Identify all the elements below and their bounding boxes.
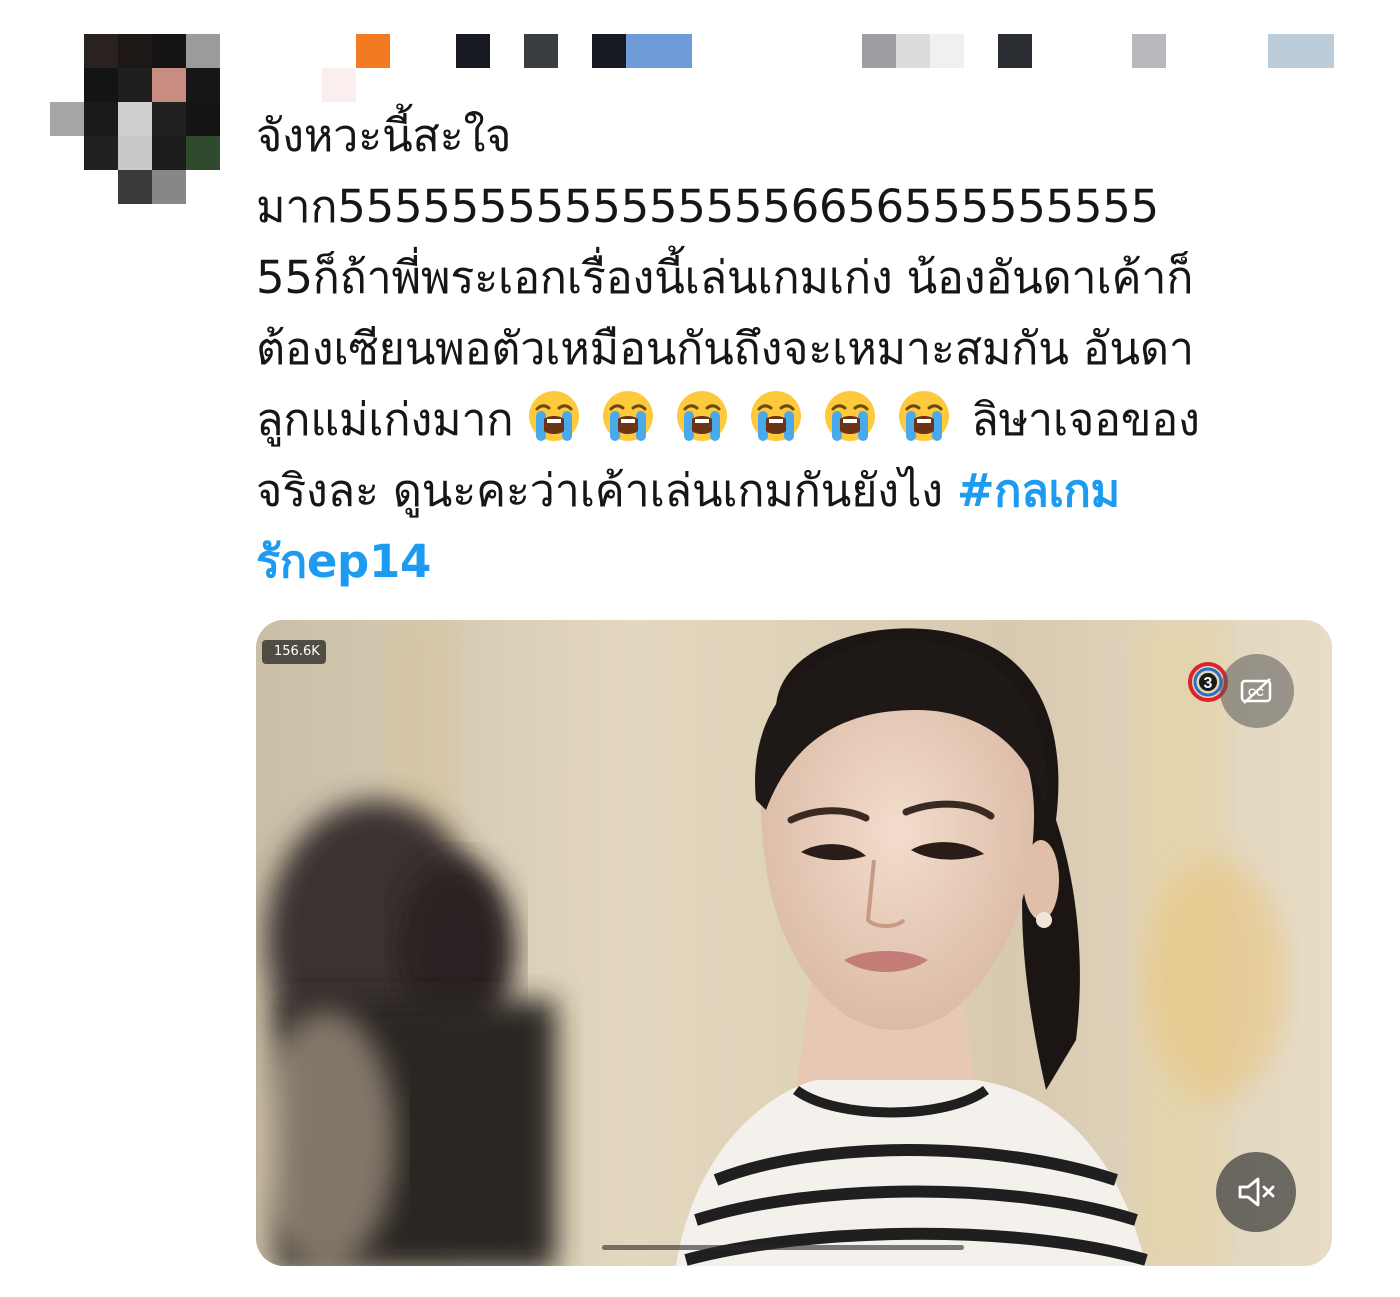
loudly-crying-face-icon	[751, 391, 802, 441]
video-progress-bar[interactable]	[602, 1245, 964, 1250]
avatar-pixel	[50, 102, 84, 136]
loudly-crying-face-icon	[603, 391, 654, 441]
display-name-redacted	[456, 34, 490, 68]
tweet-text-line: ต้องเซียนพอตัวเหมือนกันถึงจะเหมาะสมกัน อ…	[256, 322, 1194, 375]
tweet-text-line: จริงละ ดูนะคะว่าเค้าเล่นเกมกันยังไง #กลเ…	[256, 455, 1346, 526]
tweet-text-line: รักep14	[256, 526, 1346, 597]
avatar-pixel	[118, 34, 152, 68]
tweet-text-line-emoji: ลูกแม่เก่งมาก ลิษาเจอของ	[256, 384, 1346, 455]
video-frame	[256, 620, 1332, 1266]
hashtag-link[interactable]: #กลเกม	[957, 464, 1120, 517]
avatar-pixel	[84, 102, 118, 136]
speaker-muted-icon	[1238, 1177, 1275, 1207]
avatar-pixel	[186, 136, 220, 170]
display-name-redacted	[592, 34, 626, 68]
video-player[interactable]: 156.6K 3 CC	[256, 620, 1332, 1266]
avatar-pixel	[152, 136, 186, 170]
avatar-pixel	[152, 170, 186, 204]
tweet-text-segment: ลิษาเจอของ	[971, 393, 1200, 446]
emoji-row	[527, 391, 971, 446]
tweet-text-line: จังหวะนี้สะใจ	[256, 109, 512, 162]
avatar-pixel	[118, 68, 152, 102]
avatar-pixel	[152, 68, 186, 102]
display-name-redacted	[322, 68, 356, 102]
loudly-crying-face-icon	[529, 391, 580, 441]
avatar-pixel	[186, 68, 220, 102]
loudly-crying-face-icon	[677, 391, 728, 441]
avatar-pixel	[118, 102, 152, 136]
display-name-redacted	[626, 34, 692, 68]
loudly-crying-face-icon	[899, 391, 950, 441]
handle-redacted	[998, 34, 1032, 68]
timestamp-redacted	[1268, 34, 1334, 68]
svg-text:3: 3	[1204, 675, 1213, 692]
handle-redacted	[896, 34, 930, 68]
display-name-redacted	[356, 34, 390, 68]
avatar-pixel	[118, 170, 152, 204]
mute-button[interactable]	[1216, 1152, 1296, 1232]
view-count-badge: 156.6K	[262, 640, 326, 664]
tweet-text-segment: ลูกแม่เก่งมาก	[256, 393, 514, 446]
loudly-crying-face-icon	[825, 391, 876, 441]
captions-button[interactable]: CC	[1220, 654, 1294, 728]
avatar-pixel	[84, 136, 118, 170]
avatar[interactable]	[50, 34, 220, 204]
avatar-pixel	[84, 34, 118, 68]
timestamp-redacted	[1132, 34, 1166, 68]
handle-redacted	[862, 34, 896, 68]
avatar-pixel	[152, 102, 186, 136]
avatar-pixel	[152, 34, 186, 68]
avatar-pixel	[84, 68, 118, 102]
display-name-redacted	[524, 34, 558, 68]
tweet-text-line: 55ก็ถ้าพี่พระเอกเรื่องนี้เล่นเกมเก่ง น้อ…	[256, 251, 1194, 304]
avatar-pixel	[186, 34, 220, 68]
closed-captions-icon: CC	[1240, 678, 1272, 704]
handle-redacted	[930, 34, 964, 68]
avatar-pixel	[118, 136, 152, 170]
hashtag-link[interactable]: รักep14	[256, 535, 431, 588]
tweet-text-line: มาก55555555555555556656555555555	[256, 180, 1159, 233]
avatar-pixel	[186, 102, 220, 136]
tweet-text: จังหวะนี้สะใจ มาก55555555555555556656555…	[256, 100, 1346, 597]
tweet-text-segment: จริงละ ดูนะคะว่าเค้าเล่นเกมกันยังไง	[256, 464, 943, 517]
